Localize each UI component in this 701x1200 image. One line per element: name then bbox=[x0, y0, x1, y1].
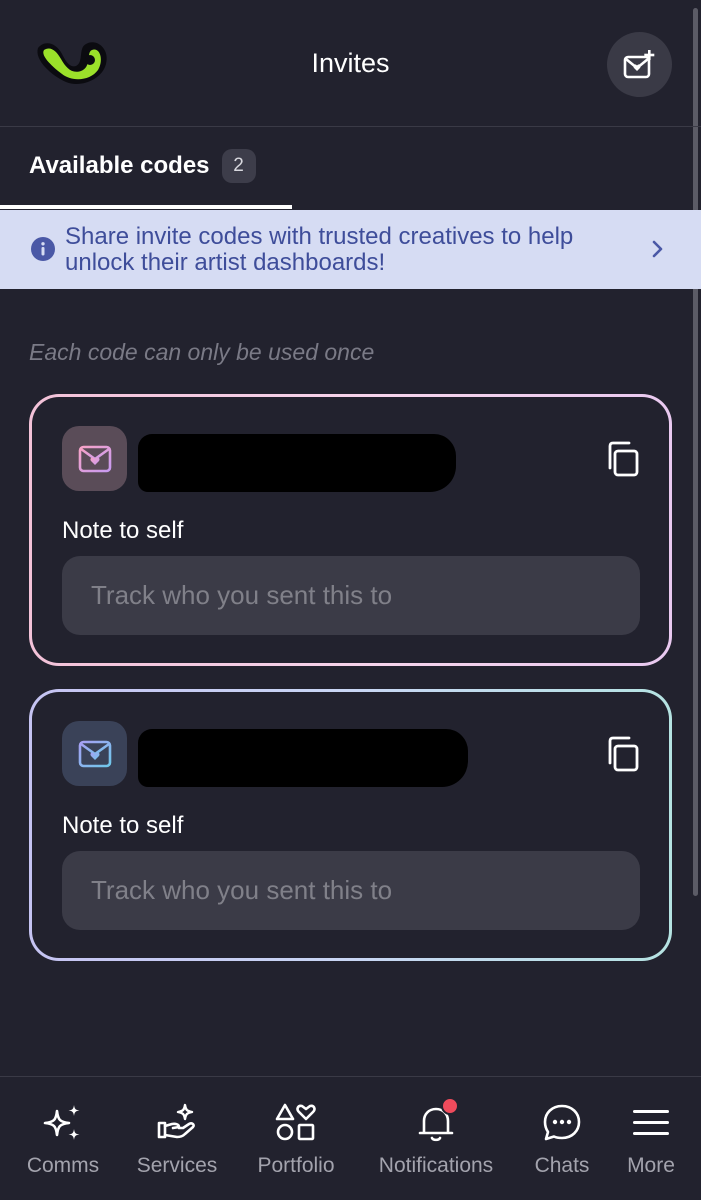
usage-hint: Each code can only be used once bbox=[29, 339, 375, 365]
note-input[interactable] bbox=[62, 556, 640, 635]
chat-bubble-icon bbox=[540, 1101, 584, 1145]
shapes-icon bbox=[274, 1101, 318, 1145]
nav-label: Services bbox=[136, 1154, 218, 1177]
note-label: Note to self bbox=[62, 517, 184, 544]
envelope-plus-icon bbox=[623, 49, 654, 78]
page-title: Invites bbox=[311, 48, 390, 78]
nav-item-more[interactable]: More bbox=[617, 1077, 685, 1197]
envelope-heart-icon bbox=[62, 721, 127, 786]
nav-item-notifications[interactable]: Notifications bbox=[370, 1077, 502, 1197]
notification-badge bbox=[441, 1097, 459, 1115]
nav-item-portfolio[interactable]: Portfolio bbox=[250, 1077, 342, 1197]
nav-item-chats[interactable]: Chats bbox=[527, 1077, 597, 1197]
nav-label: Chats bbox=[534, 1154, 590, 1177]
invite-code-card: Note to self bbox=[29, 689, 672, 961]
invite-code-redacted bbox=[138, 729, 468, 787]
tab-count-badge: 2 bbox=[221, 149, 256, 183]
bell-icon bbox=[414, 1097, 459, 1145]
copy-icon[interactable] bbox=[606, 736, 640, 772]
nav-item-services[interactable]: Services bbox=[132, 1077, 222, 1197]
nav-label: Portfolio bbox=[257, 1154, 335, 1177]
copy-icon[interactable] bbox=[606, 441, 640, 477]
invite-code-redacted bbox=[138, 434, 456, 492]
tab-bar: Available codes 2 bbox=[0, 127, 701, 209]
nav-label: More bbox=[627, 1154, 675, 1177]
new-invite-button[interactable] bbox=[607, 32, 672, 97]
chevron-right-icon bbox=[652, 240, 663, 258]
info-icon bbox=[31, 237, 55, 261]
info-banner[interactable]: Share invite codes with trusted creative… bbox=[0, 210, 701, 289]
hand-sparkle-icon bbox=[155, 1101, 199, 1145]
note-label: Note to self bbox=[62, 812, 184, 839]
app-root: Invites Available codes 2 Share invite c… bbox=[0, 0, 701, 1200]
envelope-heart-icon bbox=[62, 426, 127, 491]
menu-icon bbox=[629, 1101, 673, 1145]
banner-text: Share invite codes with trusted creative… bbox=[65, 223, 574, 276]
nav-item-comms[interactable]: Comms bbox=[22, 1077, 104, 1197]
nav-label: Notifications bbox=[378, 1154, 494, 1177]
tab-label: Available codes bbox=[29, 152, 210, 179]
sparkles-icon bbox=[41, 1101, 85, 1145]
bottom-nav: Comms Services Portfolio Notifications C… bbox=[0, 1076, 701, 1200]
nav-label: Comms bbox=[26, 1154, 100, 1177]
invite-code-card: Note to self bbox=[29, 394, 672, 666]
top-bar: Invites bbox=[0, 0, 701, 127]
tab-available-codes[interactable]: Available codes 2 bbox=[0, 127, 292, 209]
note-input[interactable] bbox=[62, 851, 640, 930]
